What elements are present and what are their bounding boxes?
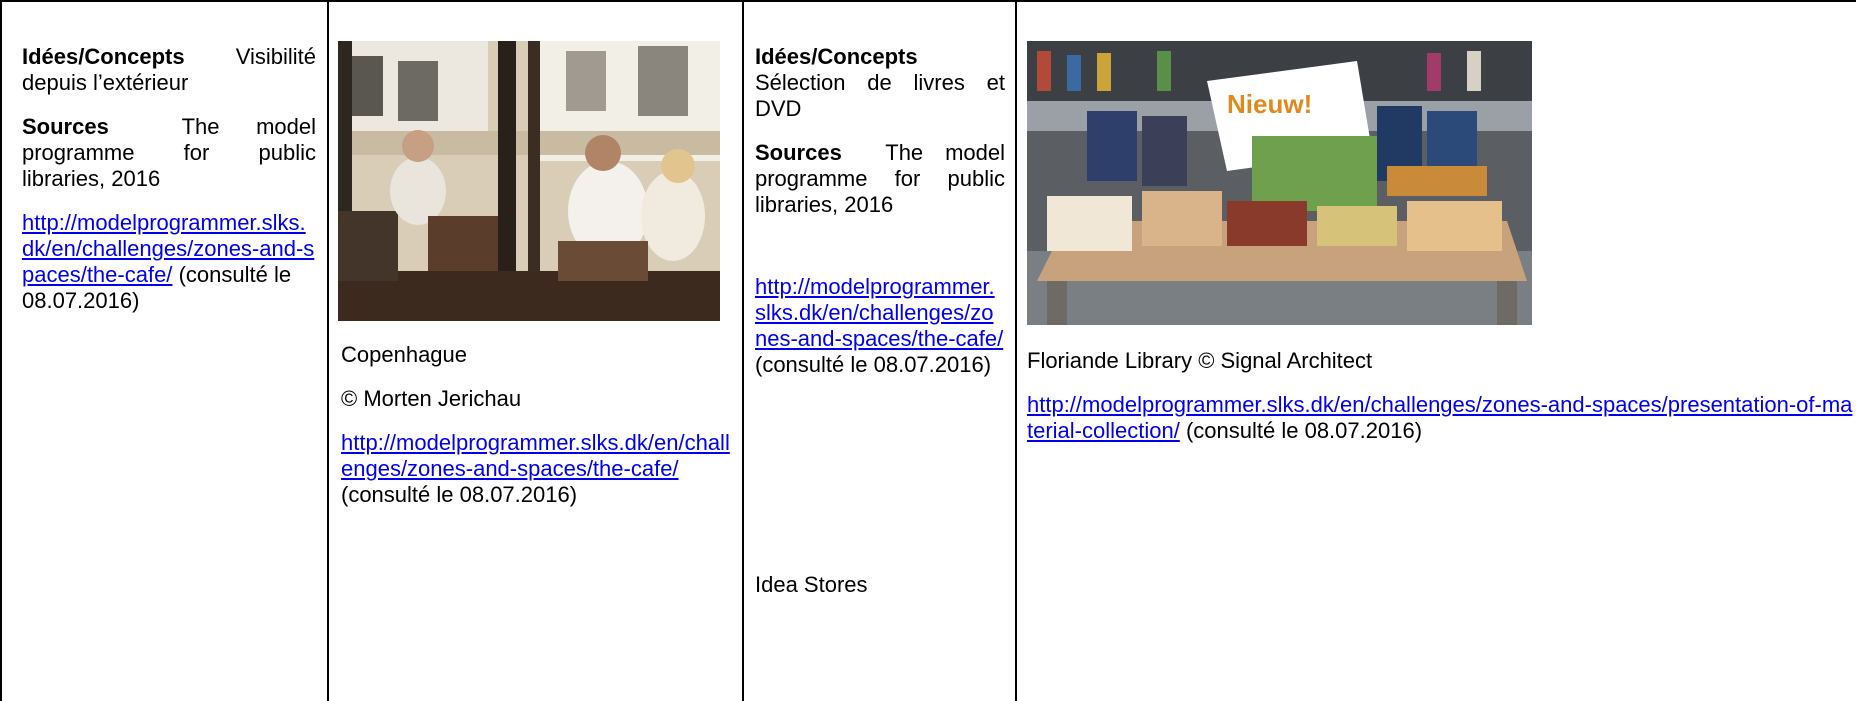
column-3-cell: Idées/Concepts Sélection de livres et DVD… — [755, 44, 1005, 699]
books-table-photo-image: Nieuw! — [1027, 41, 1532, 325]
photo-caption: Floriande Library © Signal Architect — [1027, 348, 1373, 373]
consulted-date: (consulté le 08.07.2016) — [341, 482, 578, 507]
column-2-cell: Copenhague © Morten Jerichau http://mode… — [341, 342, 733, 508]
column-4-cell: Floriande Library © Signal Architect htt… — [1027, 348, 1856, 444]
link-block: http://modelprogrammer.slks.dk/en/challe… — [22, 210, 316, 314]
photo-caption: Copenhague — [341, 342, 468, 367]
column-divider-3 — [1015, 0, 1017, 701]
source-link[interactable]: http://modelprogrammer.slks.dk/en/challe… — [1027, 392, 1852, 443]
consulted-date: (consulté le 08.07.2016) — [1185, 418, 1423, 443]
cafe-photo — [338, 41, 720, 321]
table-border-left — [0, 0, 2, 701]
ideas-paragraph: Idées/Concepts Sélection de livres et DVD — [755, 44, 1005, 122]
source-link[interactable]: http://modelprogrammer.slks.dk/en/challe… — [755, 274, 1003, 351]
consulted-date: (consulté le 08.07.2016) — [755, 352, 992, 377]
sources-paragraph: Sources The model programme for public l… — [22, 114, 316, 192]
sources-label: Sources — [755, 140, 842, 165]
cafe-photo-image — [338, 41, 720, 321]
ideas-text: Sélection de livres et DVD — [755, 70, 1005, 121]
photo-credit: © Morten Jerichau — [341, 386, 522, 411]
ideas-paragraph: Idées/Concepts Visibilité depuis l’extér… — [22, 44, 316, 96]
ideas-label: Idées/Concepts — [755, 44, 918, 69]
footer-text: Idea Stores — [755, 572, 868, 597]
books-table-photo: Nieuw! — [1027, 41, 1532, 325]
ideas-label: Idées/Concepts — [22, 44, 185, 69]
column-1-cell: Idées/Concepts Visibilité depuis l’extér… — [22, 44, 316, 314]
link-block: http://modelprogrammer.slks.dk/en/challe… — [1027, 392, 1853, 444]
column-divider-1 — [327, 0, 329, 701]
sources-paragraph: Sources The model programme for public l… — [755, 140, 1005, 218]
column-divider-2 — [742, 0, 744, 701]
link-block: http://modelprogrammer.slks.dk/en/challe… — [755, 274, 1005, 378]
source-link[interactable]: http://modelprogrammer.slks.dk/en/challe… — [341, 430, 730, 481]
sources-label: Sources — [22, 114, 109, 139]
link-block: http://modelprogrammer.slks.dk/en/challe… — [341, 430, 733, 508]
photo-sign-text: Nieuw! — [1227, 89, 1312, 119]
